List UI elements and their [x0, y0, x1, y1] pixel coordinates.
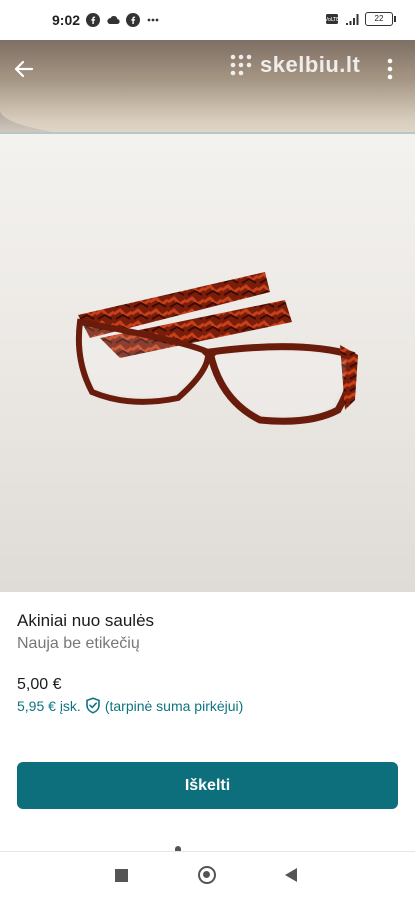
status-left: 9:02 — [52, 12, 160, 28]
facebook-icon — [126, 13, 141, 27]
recents-icon[interactable] — [115, 869, 128, 882]
site-logo: skelbiu.lt — [228, 52, 360, 78]
listing-condition: Nauja be etikečių — [17, 635, 140, 652]
status-right: VoLTE 22 — [325, 12, 396, 26]
svg-text:VoLTE: VoLTE — [325, 17, 339, 23]
logo-text: skelbiu.lt — [260, 52, 361, 77]
buyer-price-row[interactable]: 5,95 € įsk. (tarpinė suma pirkėjui) — [17, 697, 243, 714]
shield-check-icon — [86, 697, 100, 714]
home-icon-inner — [203, 871, 210, 878]
volte-icon: VoLTE — [325, 14, 339, 24]
battery-icon: 22 — [365, 12, 396, 26]
raise-listing-button[interactable]: Iškelti — [17, 762, 398, 809]
cloud-icon — [107, 16, 120, 25]
signal-icon — [346, 14, 359, 25]
more-dots-icon — [147, 18, 159, 22]
buyer-price-note: (tarpinė suma pirkėjui) — [104, 697, 244, 714]
home-icon[interactable] — [198, 866, 216, 884]
back-triangle-icon[interactable] — [285, 868, 297, 882]
facebook-icon — [86, 13, 101, 27]
status-bar: 9:02 VoLTE 22 — [0, 0, 415, 40]
system-nav-bar — [0, 851, 415, 901]
status-time: 9:02 — [52, 12, 81, 28]
glasses-image — [75, 272, 358, 425]
logo-mark-icon — [230, 54, 252, 76]
arrow-left-icon[interactable] — [12, 58, 34, 80]
kebab-menu-icon[interactable] — [384, 56, 396, 82]
listing-title: Akiniai nuo saulės — [17, 611, 155, 630]
listing-price: 5,00 € — [17, 676, 62, 693]
buyer-price-total: 5,95 € įsk. — [17, 697, 81, 714]
listing-photo[interactable] — [0, 40, 415, 592]
